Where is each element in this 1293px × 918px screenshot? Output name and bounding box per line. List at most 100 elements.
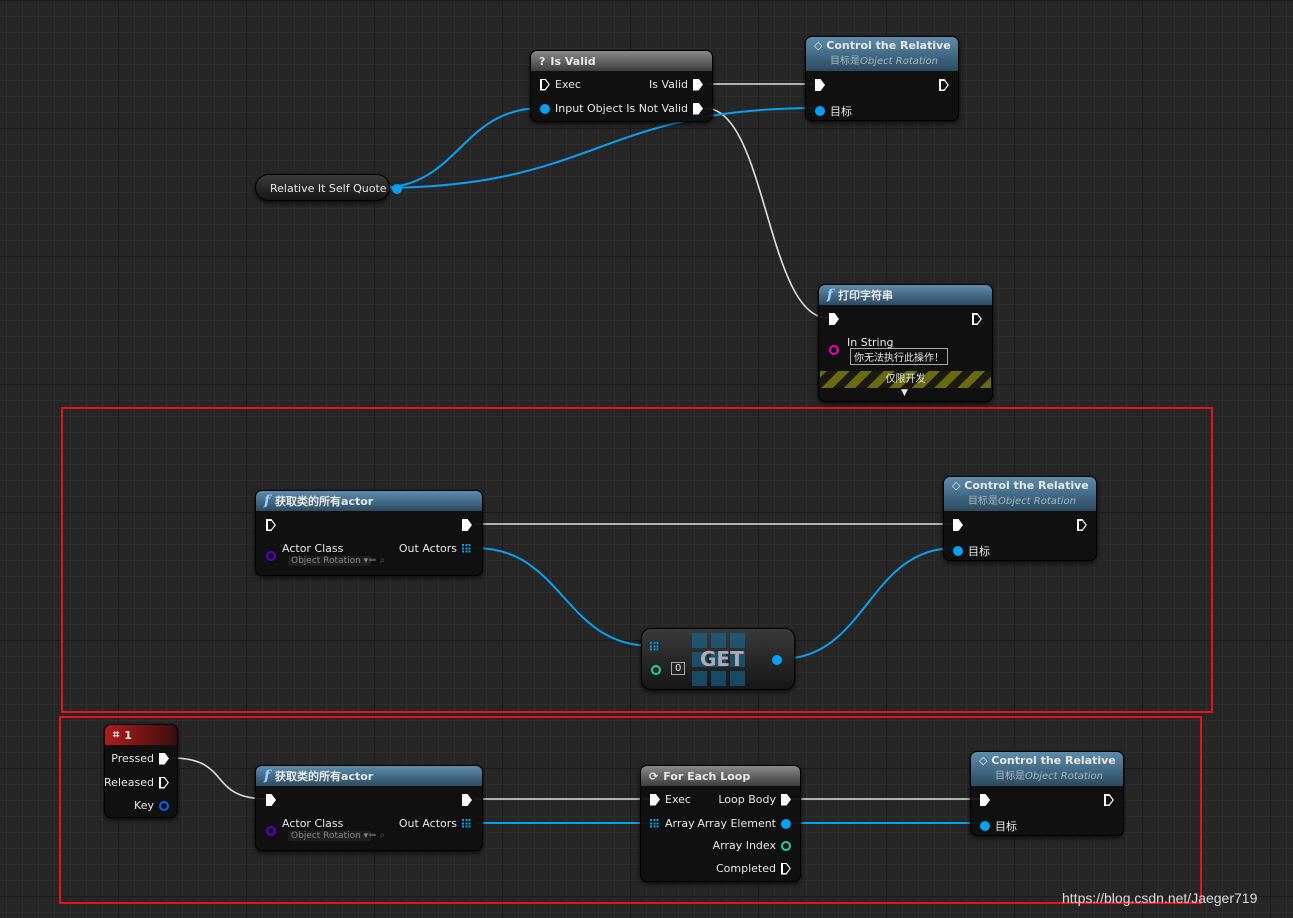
pin-label: Out Actors — [398, 542, 457, 555]
browse-icons[interactable]: ⬅ ⌕ — [368, 555, 385, 566]
variable-output-pin[interactable]: Relative It Self Quote — [270, 182, 402, 195]
exec-out-pin[interactable] — [1104, 794, 1114, 806]
subtitle-target: Object Rotation — [860, 56, 939, 67]
completed-pin[interactable]: Completed — [716, 862, 791, 875]
pressed-pin[interactable]: Pressed — [111, 752, 169, 765]
expand-arrow-icon[interactable]: ▼ — [901, 388, 908, 398]
exec-pin-icon — [266, 519, 276, 531]
array-pin-icon[interactable] — [650, 642, 660, 652]
control-relative-node-1[interactable]: ◇ Control the Relative 目标是Object Rotation… — [805, 36, 959, 121]
node-title-row: ◇ Control the Relative — [952, 479, 1089, 492]
exec-in-pin[interactable] — [953, 519, 963, 531]
node-header: f 获取类的所有actor — [256, 766, 482, 786]
exec-pin-icon — [693, 78, 703, 91]
in-string-input[interactable]: 你无法执行此操作！ — [850, 348, 948, 365]
key-pin[interactable]: Key — [134, 799, 169, 812]
for-each-loop-node[interactable]: ⟳ For Each Loop Exec Array Loop Body Arra… — [640, 765, 801, 882]
array-pin-icon — [462, 818, 472, 829]
target-pin[interactable]: 目标 — [815, 103, 852, 119]
get-all-actors-node-2[interactable]: f 获取类的所有actor Actor Class Object Rotation… — [255, 765, 483, 851]
key-event-node[interactable]: ⌗ 1 Pressed Released Key — [104, 724, 178, 818]
exec-pin-icon — [815, 79, 825, 91]
class-pin-icon[interactable] — [266, 551, 276, 561]
integer-pin-icon — [781, 840, 791, 851]
exec-in-pin[interactable] — [980, 794, 990, 806]
is-not-valid-pin[interactable]: Is Not Valid — [626, 102, 703, 115]
exec-pin-icon — [540, 79, 550, 91]
pin-label: Key — [134, 799, 154, 812]
input-object-pin[interactable]: Input Object — [540, 102, 623, 115]
exec-in-pin[interactable] — [266, 519, 276, 531]
released-pin[interactable]: Released — [104, 776, 169, 789]
node-title: 打印字符串 — [838, 289, 894, 302]
exec-in-pin[interactable] — [266, 794, 276, 806]
output-pin-icon[interactable] — [772, 655, 782, 665]
pin-label: Actor Class — [282, 817, 344, 830]
exec-out-pin[interactable] — [462, 519, 472, 531]
pin-label: Released — [104, 776, 154, 789]
array-pin[interactable]: Array — [650, 817, 695, 830]
class-dropdown[interactable]: Object Rotation ▾ — [288, 556, 372, 566]
pin-label: 目标 — [830, 105, 852, 118]
control-relative-node-3[interactable]: ◇ Control the Relative 目标是Object Rotation… — [970, 751, 1124, 836]
pin-label: Pressed — [111, 752, 154, 765]
object-pin-icon — [953, 546, 963, 556]
integer-pin-icon[interactable] — [651, 665, 661, 675]
exec-pin-icon — [462, 519, 472, 531]
exec-in-pin[interactable] — [815, 79, 825, 91]
get-all-actors-node-1[interactable]: f 获取类的所有actor Actor Class Object Rotation… — [255, 490, 483, 576]
node-header: f 打印字符串 — [819, 285, 992, 305]
string-pin-icon[interactable] — [829, 345, 839, 355]
loop-body-pin[interactable]: Loop Body — [718, 793, 791, 806]
node-title: For Each Loop — [663, 769, 751, 783]
index-input[interactable]: 0 — [671, 662, 686, 675]
node-header: ◇ Control the Relative 目标是Object Rotation — [806, 37, 958, 71]
subtitle-target: Object Rotation — [1025, 771, 1104, 782]
node-title-row: ◇ Control the Relative — [979, 754, 1116, 767]
relative-variable-node[interactable]: Relative It Self Quote — [255, 174, 402, 201]
print-string-node[interactable]: f 打印字符串 In String 你无法执行此操作！ 仅限开发 ▼ — [818, 284, 993, 402]
class-pin-icon[interactable] — [266, 826, 276, 836]
control-relative-node-2[interactable]: ◇ Control the Relative 目标是Object Rotation… — [943, 476, 1097, 561]
is-valid-node[interactable]: ? Is Valid Exec Input Object Is Valid Is … — [530, 50, 713, 122]
pin-label: Exec — [555, 78, 581, 91]
variable-label: Relative It Self Quote — [270, 182, 387, 195]
exec-pin[interactable]: Exec — [540, 78, 581, 91]
is-valid-pin[interactable]: Is Valid — [649, 78, 703, 91]
out-actors-pin[interactable]: Out Actors — [399, 542, 472, 555]
object-pin-icon — [781, 818, 791, 829]
node-header: ? Is Valid — [531, 51, 712, 71]
target-pin[interactable]: 目标 — [980, 818, 1017, 834]
class-dropdown[interactable]: Object Rotation ▾ — [288, 831, 372, 841]
pin-label: Actor Class — [282, 542, 344, 555]
object-pin-icon — [815, 106, 825, 116]
exec-in-pin[interactable] — [829, 313, 839, 325]
array-index-pin[interactable]: Array Index — [713, 839, 791, 852]
exec-out-pin[interactable] — [462, 794, 472, 806]
watermark: https://blog.csdn.net/Jaeger719 — [1062, 890, 1258, 906]
node-title-row: ◇ Control the Relative — [814, 39, 951, 52]
exec-pin-icon — [159, 777, 169, 789]
exec-pin[interactable]: Exec — [650, 793, 691, 806]
out-actors-pin[interactable]: Out Actors — [399, 817, 472, 830]
pin-label: Exec — [665, 793, 691, 806]
node-header: ◇ Control the Relative 目标是Object Rotation — [944, 477, 1096, 511]
pin-label: Completed — [716, 862, 776, 875]
node-title: Is Valid — [550, 54, 596, 68]
target-pin[interactable]: 目标 — [953, 543, 990, 559]
pin-label: Is Not Valid — [626, 102, 688, 115]
exec-out-pin[interactable] — [972, 313, 982, 325]
subtitle-prefix: 目标是 — [968, 496, 998, 507]
exec-out-pin[interactable] — [1077, 519, 1087, 531]
struct-pin-icon — [159, 800, 169, 811]
node-title: Control the Relative — [964, 479, 1089, 492]
node-title: Control the Relative — [826, 39, 951, 52]
exec-out-pin[interactable] — [939, 79, 949, 91]
keyboard-icon: ⌗ — [113, 728, 120, 741]
array-element-pin[interactable]: Array Element — [697, 817, 791, 830]
function-icon: f — [264, 493, 271, 509]
pin-label: Loop Body — [718, 793, 776, 806]
exec-pin-icon — [829, 313, 839, 325]
array-get-node[interactable]: GET 0 — [641, 628, 795, 690]
browse-icons[interactable]: ⬅ ⌕ — [368, 830, 385, 841]
